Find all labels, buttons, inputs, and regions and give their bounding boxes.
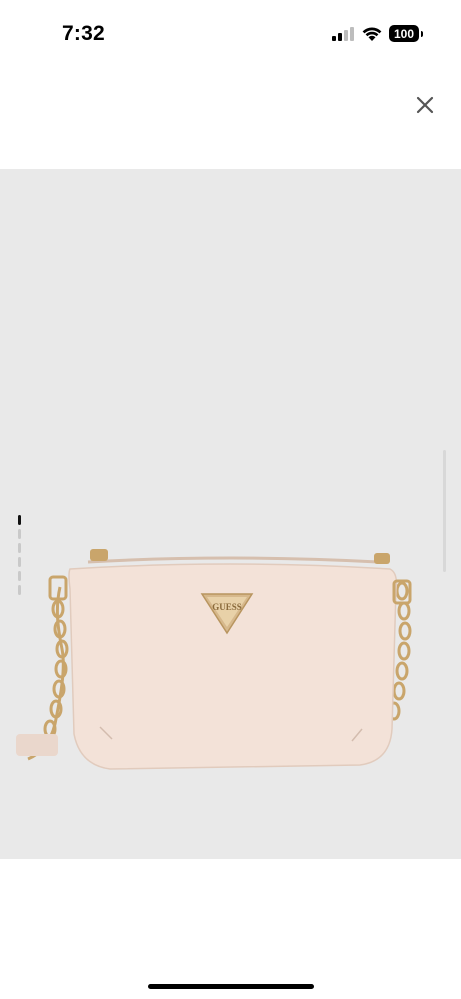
battery-tip <box>421 31 423 37</box>
wifi-icon <box>362 27 382 41</box>
close-button[interactable] <box>412 92 438 118</box>
product-image-viewer[interactable]: GUESS <box>0 169 461 859</box>
pager-dot-active[interactable] <box>18 515 21 525</box>
status-time: 7:32 <box>62 22 105 45</box>
home-indicator <box>148 984 314 989</box>
chain-strap-left <box>27 586 69 761</box>
zipper-pull-right <box>374 553 390 564</box>
cellular-signal-icon <box>332 27 354 41</box>
battery-level: 100 <box>393 26 415 41</box>
status-bar: 7:32 100 <box>0 0 461 68</box>
zipper-line <box>87 556 379 564</box>
strap-tab <box>16 734 58 756</box>
product-photo-handbag: GUESS <box>16 549 412 770</box>
zipper-pull-left <box>90 549 108 561</box>
battery-icon: 100 <box>389 25 419 42</box>
close-icon <box>416 96 434 114</box>
guess-logo-text: GUESS <box>212 602 242 612</box>
